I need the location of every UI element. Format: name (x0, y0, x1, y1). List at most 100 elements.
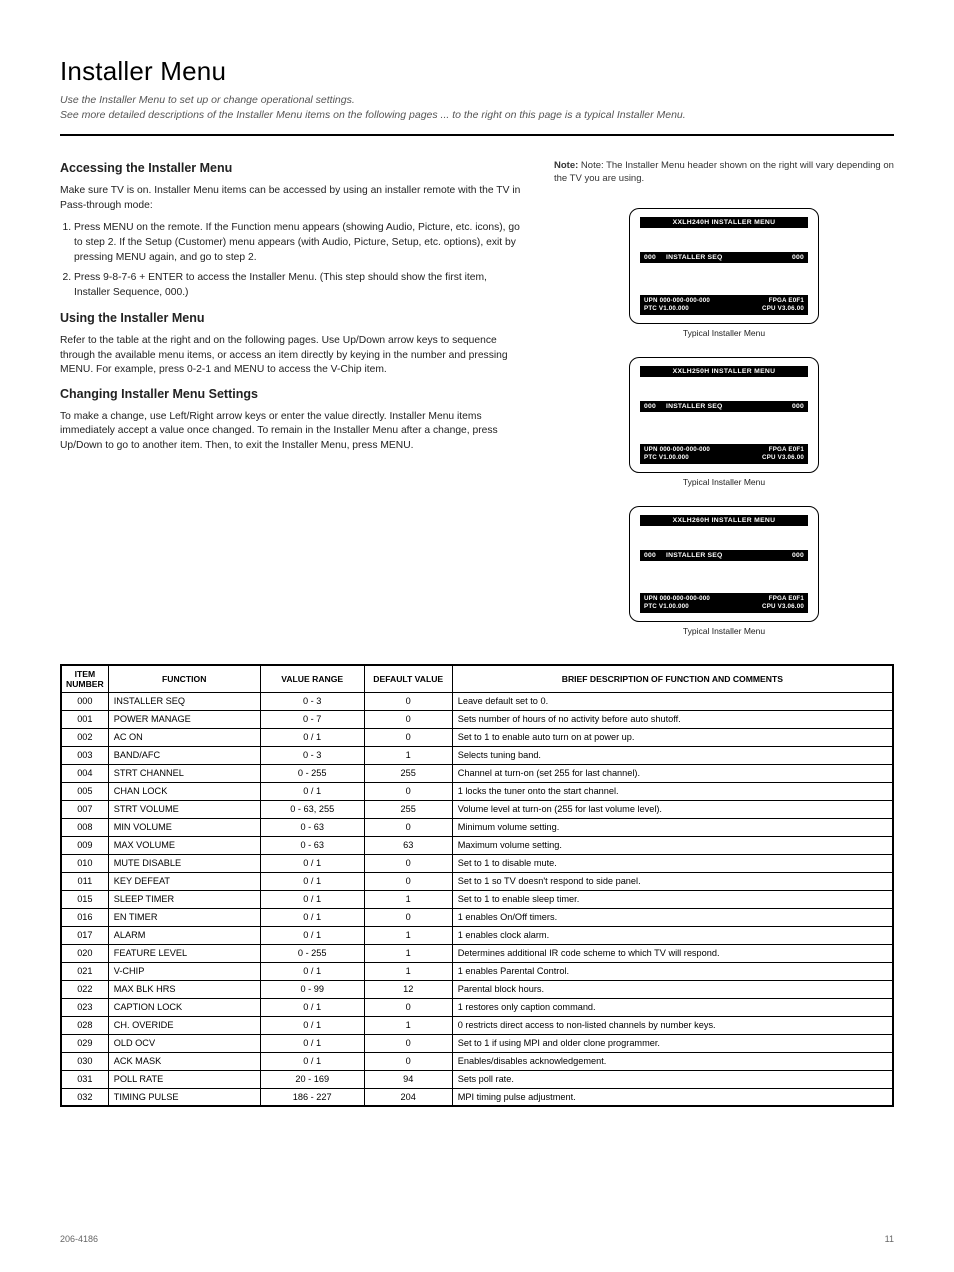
table-cell: MUTE DISABLE (108, 854, 260, 872)
table-cell: 005 (61, 782, 108, 800)
table-cell: 002 (61, 728, 108, 746)
table-cell: POWER MANAGE (108, 710, 260, 728)
th-value-range: VALUE RANGE (260, 665, 364, 693)
panel-1-wrap: XXLH240H INSTALLER MENU 000 INSTALLER SE… (629, 208, 819, 339)
table-cell: ACK MASK (108, 1052, 260, 1070)
panel-3-seq-num: 000 (644, 552, 662, 559)
table-row: 001POWER MANAGE0 - 70Sets number of hour… (61, 710, 893, 728)
table-cell: 0 / 1 (260, 782, 364, 800)
left-column: Accessing the Installer Menu Make sure T… (60, 160, 524, 461)
table-cell: 186 - 227 (260, 1088, 364, 1106)
table-cell: 0 - 3 (260, 746, 364, 764)
panel-3-cpu: CPU V3.06.00 (762, 603, 804, 611)
table-cell: 0 / 1 (260, 1052, 364, 1070)
table-cell: STRT CHANNEL (108, 764, 260, 782)
panel-2-seq-label: INSTALLER SEQ (662, 403, 782, 410)
table-cell: 1 (364, 944, 452, 962)
table-cell: 023 (61, 998, 108, 1016)
table-cell: 0 - 255 (260, 944, 364, 962)
table-cell: SLEEP TIMER (108, 890, 260, 908)
table-row: 009MAX VOLUME0 - 6363Maximum volume sett… (61, 836, 893, 854)
table-cell: 015 (61, 890, 108, 908)
table-cell: 010 (61, 854, 108, 872)
th-default-value: DEFAULT VALUE (364, 665, 452, 693)
table-cell: 0 (364, 872, 452, 890)
installer-panel-2: XXLH250H INSTALLER MENU 000 INSTALLER SE… (629, 357, 819, 473)
table-cell: V-CHIP (108, 962, 260, 980)
table-cell: 028 (61, 1016, 108, 1034)
table-cell: 0 - 63, 255 (260, 800, 364, 818)
table-row: 028CH. OVERIDE0 / 110 restricts direct a… (61, 1016, 893, 1034)
table-cell: 0 / 1 (260, 854, 364, 872)
table-cell: 021 (61, 962, 108, 980)
table-cell: Set to 1 so TV doesn't respond to side p… (452, 872, 893, 890)
table-cell: CAPTION LOCK (108, 998, 260, 1016)
table-cell: TIMING PULSE (108, 1088, 260, 1106)
step-2: Press 9-8-7-6 + ENTER to access the Inst… (74, 271, 524, 300)
table-cell: 0 (364, 908, 452, 926)
table-cell: 94 (364, 1070, 452, 1088)
table-cell: Set to 1 to enable auto turn on at power… (452, 728, 893, 746)
table-cell: Set to 1 if using MPI and older clone pr… (452, 1034, 893, 1052)
table-cell: AC ON (108, 728, 260, 746)
panel-2-caption: Typical Installer Menu (683, 477, 765, 488)
table-cell: 001 (61, 710, 108, 728)
panel-2-title: XXLH250H INSTALLER MENU (640, 366, 808, 377)
table-cell: MAX VOLUME (108, 836, 260, 854)
table-row: 011KEY DEFEAT0 / 10Set to 1 so TV doesn'… (61, 872, 893, 890)
table-cell: INSTALLER SEQ (108, 692, 260, 710)
th-description: BRIEF DESCRIPTION OF FUNCTION AND COMMEN… (452, 665, 893, 693)
table-cell: FEATURE LEVEL (108, 944, 260, 962)
table-cell: 009 (61, 836, 108, 854)
table-cell: 011 (61, 872, 108, 890)
table-cell: 255 (364, 800, 452, 818)
steps-list: Press MENU on the remote. If the Functio… (60, 221, 524, 300)
table-cell: 20 - 169 (260, 1070, 364, 1088)
installer-panel-3: XXLH260H INSTALLER MENU 000 INSTALLER SE… (629, 506, 819, 622)
table-header-row: ITEM NUMBER FUNCTION VALUE RANGE DEFAULT… (61, 665, 893, 693)
table-cell: 12 (364, 980, 452, 998)
table-cell: Parental block hours. (452, 980, 893, 998)
page-subtitle: Use the Installer Menu to set up or chan… (60, 93, 894, 122)
panel-2-seq-val: 000 (782, 403, 804, 410)
table-row: 031POLL RATE20 - 16994Sets poll rate. (61, 1070, 893, 1088)
panel-2-wrap: XXLH250H INSTALLER MENU 000 INSTALLER SE… (629, 357, 819, 488)
panel-1-seq-row: 000 INSTALLER SEQ 000 (640, 252, 808, 263)
panel-3-footer: UPN 000-000-000-000FPGA E0F1 PTC V1.00.0… (640, 593, 808, 613)
table-cell: 0 / 1 (260, 1034, 364, 1052)
panel-3-seq-label: INSTALLER SEQ (662, 552, 782, 559)
table-cell: 007 (61, 800, 108, 818)
table-cell: 0 / 1 (260, 998, 364, 1016)
table-cell: Determines additional IR code scheme to … (452, 944, 893, 962)
table-cell: CHAN LOCK (108, 782, 260, 800)
table-cell: 0 / 1 (260, 1016, 364, 1034)
table-cell: 016 (61, 908, 108, 926)
panel-3-title: XXLH260H INSTALLER MENU (640, 515, 808, 526)
table-cell: 1 (364, 926, 452, 944)
table-row: 005CHAN LOCK0 / 101 locks the tuner onto… (61, 782, 893, 800)
panel-3-seq-val: 000 (782, 552, 804, 559)
th-function: FUNCTION (108, 665, 260, 693)
panel-2-cpu: CPU V3.06.00 (762, 454, 804, 462)
step-1: Press MENU on the remote. If the Functio… (74, 221, 524, 265)
table-cell: POLL RATE (108, 1070, 260, 1088)
table-cell: 1 enables Parental Control. (452, 962, 893, 980)
table-cell: 029 (61, 1034, 108, 1052)
table-cell: BAND/AFC (108, 746, 260, 764)
table-row: 000INSTALLER SEQ0 - 30Leave default set … (61, 692, 893, 710)
table-row: 022MAX BLK HRS0 - 9912Parental block hou… (61, 980, 893, 998)
table-cell: 000 (61, 692, 108, 710)
table-cell: Maximum volume setting. (452, 836, 893, 854)
table-row: 023CAPTION LOCK0 / 101 restores only cap… (61, 998, 893, 1016)
table-row: 003BAND/AFC0 - 31Selects tuning band. (61, 746, 893, 764)
table-cell: Minimum volume setting. (452, 818, 893, 836)
panel-1-ptc: PTC V1.00.000 (644, 305, 689, 313)
panel-3-ptc: PTC V1.00.000 (644, 603, 689, 611)
table-cell: 0 (364, 692, 452, 710)
panel-1-footer: UPN 000-000-000-000FPGA E0F1 PTC V1.00.0… (640, 295, 808, 315)
table-cell: 031 (61, 1070, 108, 1088)
table-row: 007STRT VOLUME0 - 63, 255255Volume level… (61, 800, 893, 818)
subtitle-line-a: Use the Installer Menu to set up or chan… (60, 94, 355, 106)
panel-2-upn: UPN 000-000-000-000 (644, 446, 710, 454)
table-cell: OLD OCV (108, 1034, 260, 1052)
